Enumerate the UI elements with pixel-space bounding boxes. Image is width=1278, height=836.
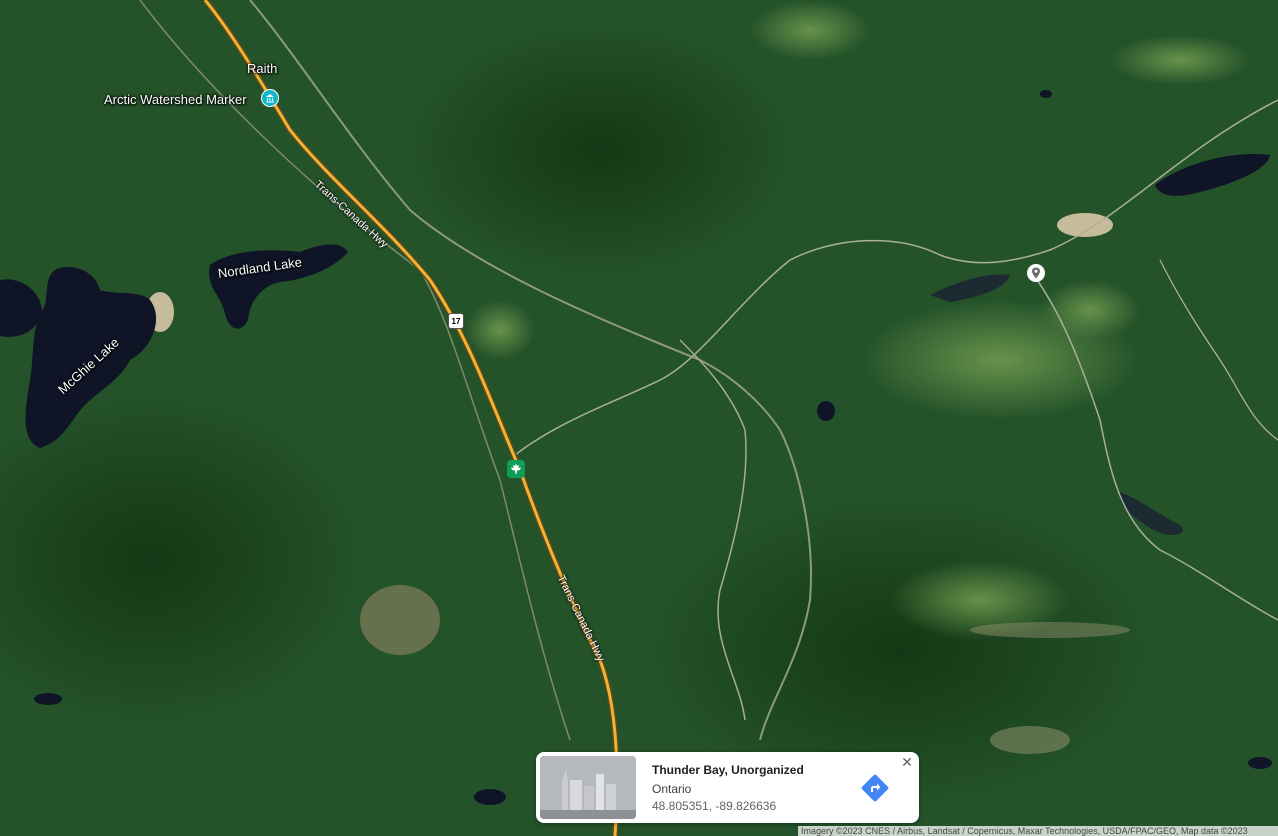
location-info-card[interactable]: Thunder Bay, Unorganized Ontario 48.8053… (536, 752, 919, 823)
street-view-thumbnail[interactable] (540, 756, 636, 819)
label-arctic-watershed-marker[interactable]: Arctic Watershed Marker (104, 92, 247, 107)
card-coordinates[interactable]: 48.805351, -89.826636 (652, 799, 859, 813)
card-title: Thunder Bay, Unorganized (652, 762, 804, 777)
directions-icon (861, 774, 889, 801)
close-button[interactable]: ✕ (899, 754, 915, 770)
satellite-map[interactable] (0, 0, 1278, 836)
highway-shield-icon[interactable]: 17 (448, 313, 464, 329)
maple-leaf-icon[interactable] (507, 460, 525, 478)
location-pin-icon[interactable] (1027, 264, 1045, 282)
map-attribution[interactable]: Imagery ©2023 CNES / Airbus, Landsat / C… (798, 826, 1278, 836)
museum-icon[interactable] (261, 89, 279, 107)
directions-button[interactable] (859, 772, 891, 804)
card-region: Ontario (652, 781, 692, 796)
label-raith[interactable]: Raith (247, 61, 277, 76)
